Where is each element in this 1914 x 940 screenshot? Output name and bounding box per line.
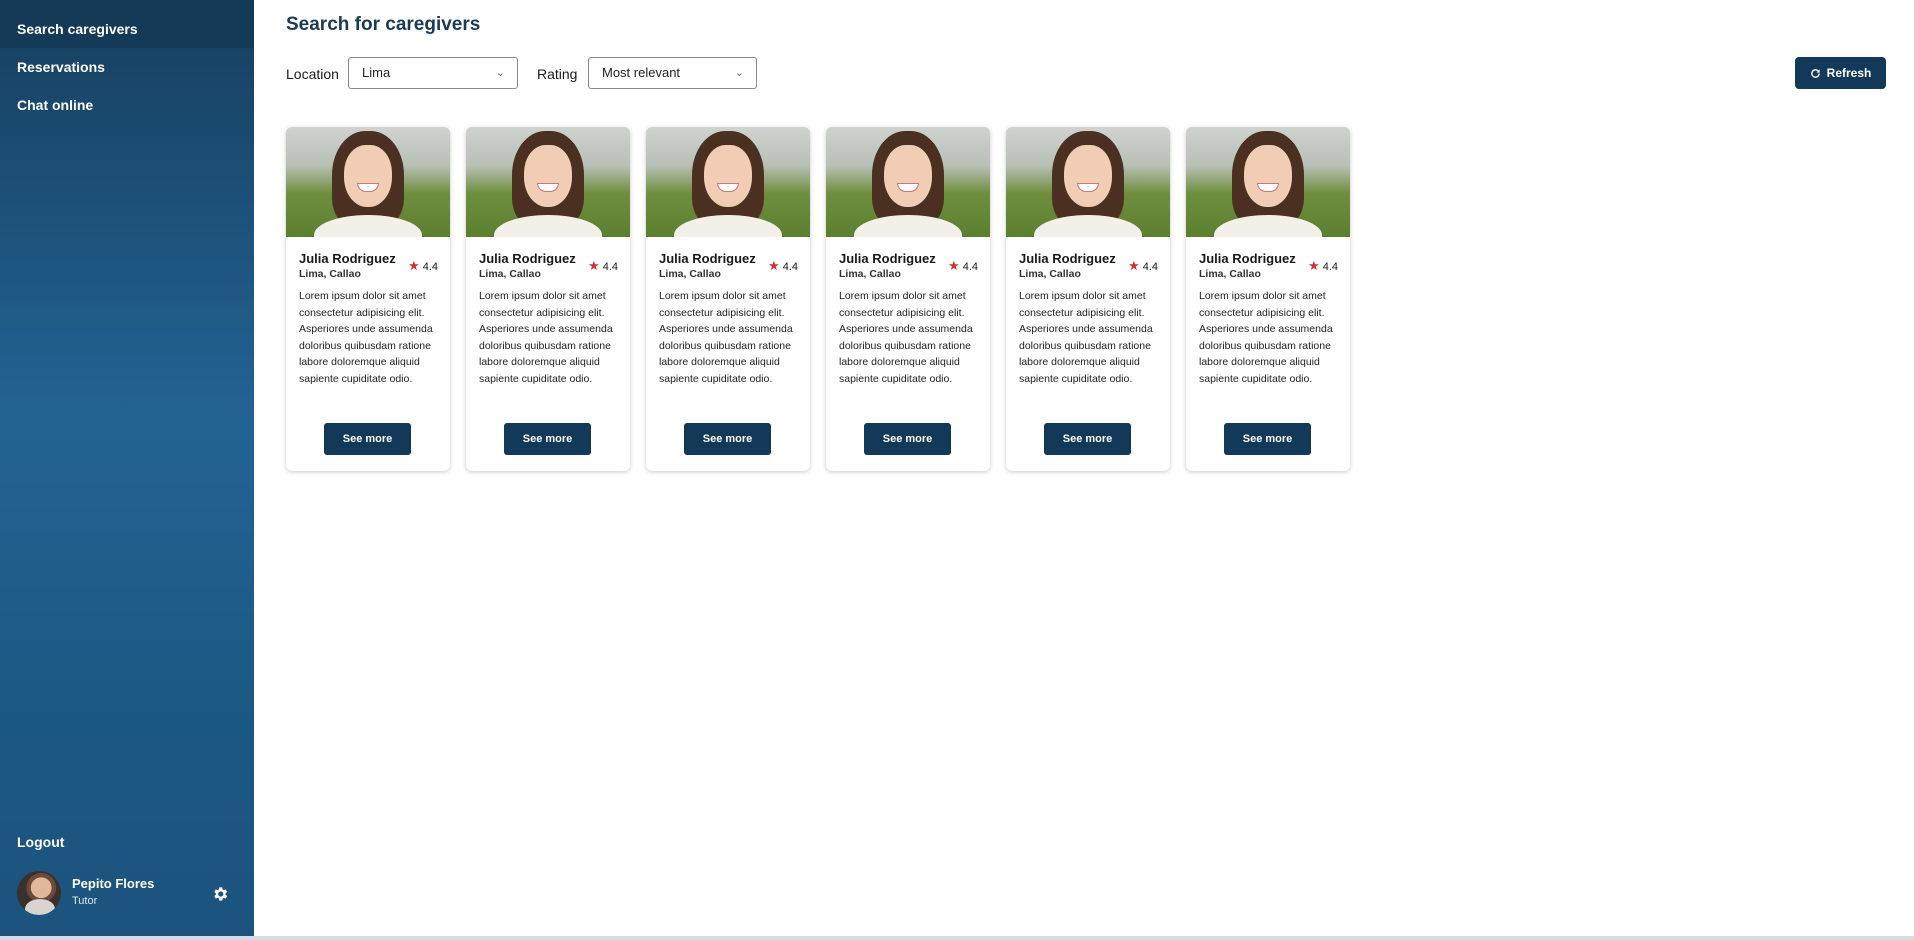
rating-value: 4.4 [1142, 261, 1158, 273]
caregiver-name: Julia Rodriguez [479, 251, 576, 266]
see-more-button[interactable]: See more [1224, 423, 1311, 455]
chevron-down-icon: ⌄ [734, 67, 744, 79]
caregiver-description: Lorem ipsum dolor sit amet consectetur a… [1019, 290, 1153, 385]
see-more-button[interactable]: See more [1044, 423, 1131, 455]
caregiver-description: Lorem ipsum dolor sit amet consectetur a… [839, 290, 973, 385]
see-more-button[interactable]: See more [504, 423, 591, 455]
location-select[interactable]: Lima ⌄ [348, 57, 518, 89]
sidebar-item-chat-online[interactable]: Chat online [0, 86, 254, 124]
avatar[interactable] [17, 871, 61, 915]
caregiver-location: Lima, Callao [839, 268, 901, 280]
caregiver-description: Lorem ipsum dolor sit amet consectetur a… [659, 290, 793, 385]
caregiver-name: Julia Rodriguez [299, 251, 396, 266]
star-icon: ★ [588, 258, 600, 273]
caregiver-rating: ★ 4.4 [1128, 258, 1158, 274]
caregiver-rating: ★ 4.4 [768, 258, 798, 274]
caregiver-card: Julia Rodriguez ★ 4.4 Lima, Callao Lorem ips… [1006, 127, 1170, 471]
location-label: Location [286, 66, 339, 82]
star-icon: ★ [948, 258, 960, 273]
sidebar: Search caregivers Reservations Chat onli… [0, 0, 254, 936]
logout-link[interactable]: Logout [17, 834, 64, 850]
sidebar-item-reservations[interactable]: Reservations [0, 48, 254, 86]
bottom-bar [0, 936, 1914, 940]
caregiver-photo [286, 127, 450, 237]
caregiver-location: Lima, Callao [659, 268, 721, 280]
caregiver-rating: ★ 4.4 [948, 258, 978, 274]
caregiver-card: Julia Rodriguez ★ 4.4 Lima, Callao Lorem ips… [646, 127, 810, 471]
gear-icon[interactable] [211, 885, 229, 903]
caregiver-photo [466, 127, 630, 237]
sidebar-item-search-caregivers[interactable]: Search caregivers [0, 0, 254, 48]
see-more-button[interactable]: See more [324, 423, 411, 455]
rating-select[interactable]: Most relevant ⌄ [588, 57, 757, 89]
caregiver-photo [1006, 127, 1170, 237]
caregiver-name: Julia Rodriguez [839, 251, 936, 266]
caregiver-card: Julia Rodriguez ★ 4.4 Lima, Callao Lorem ips… [1186, 127, 1350, 471]
refresh-icon [1810, 69, 1820, 78]
rating-value: 4.4 [422, 261, 438, 273]
caregiver-rating: ★ 4.4 [408, 258, 438, 274]
chevron-down-icon: ⌄ [495, 67, 505, 79]
refresh-label: Refresh [1826, 66, 1872, 80]
caregiver-location: Lima, Callao [479, 268, 541, 280]
user-profile: Pepito Flores Tutor [17, 871, 239, 917]
caregiver-card: Julia Rodriguez ★ 4.4 Lima, Callao Lorem ips… [466, 127, 630, 471]
rating-value: 4.4 [782, 261, 798, 273]
refresh-button[interactable]: Refresh [1795, 57, 1886, 89]
star-icon: ★ [1308, 258, 1320, 273]
caregiver-name: Julia Rodriguez [1019, 251, 1116, 266]
caregiver-photo [826, 127, 990, 237]
see-more-button[interactable]: See more [864, 423, 951, 455]
caregiver-description: Lorem ipsum dolor sit amet consectetur a… [479, 290, 613, 385]
star-icon: ★ [408, 258, 420, 273]
rating-value: 4.4 [1322, 261, 1338, 273]
caregiver-location: Lima, Callao [1019, 268, 1081, 280]
caregiver-card: Julia Rodriguez ★ 4.4 Lima, Callao Lorem ips… [286, 127, 450, 471]
rating-label: Rating [537, 66, 578, 82]
user-name: Pepito Flores [72, 876, 155, 891]
caregiver-description: Lorem ipsum dolor sit amet consectetur a… [1199, 290, 1333, 385]
rating-value: 4.4 [602, 261, 618, 273]
caregiver-location: Lima, Callao [1199, 268, 1261, 280]
caregiver-photo [1186, 127, 1350, 237]
caregiver-name: Julia Rodriguez [659, 251, 756, 266]
caregiver-photo [646, 127, 810, 237]
caregiver-rating: ★ 4.4 [588, 258, 618, 274]
caregiver-rating: ★ 4.4 [1308, 258, 1338, 274]
see-more-button[interactable]: See more [684, 423, 771, 455]
caregiver-description: Lorem ipsum dolor sit amet consectetur a… [299, 290, 433, 385]
rating-value: 4.4 [962, 261, 978, 273]
star-icon: ★ [768, 258, 780, 273]
page-title: Search for caregivers [286, 14, 481, 35]
rating-select-value: Most relevant [602, 65, 681, 80]
caregiver-name: Julia Rodriguez [1199, 251, 1296, 266]
star-icon: ★ [1128, 258, 1140, 273]
user-role: Tutor [72, 895, 98, 907]
sidebar-nav: Search caregivers Reservations Chat onli… [0, 0, 254, 124]
caregiver-location: Lima, Callao [299, 268, 361, 280]
main-content: Search for caregivers Location Lima ⌄ Ra… [254, 0, 1914, 936]
caregiver-card: Julia Rodriguez ★ 4.4 Lima, Callao Lorem ips… [826, 127, 990, 471]
location-select-value: Lima [362, 65, 391, 80]
